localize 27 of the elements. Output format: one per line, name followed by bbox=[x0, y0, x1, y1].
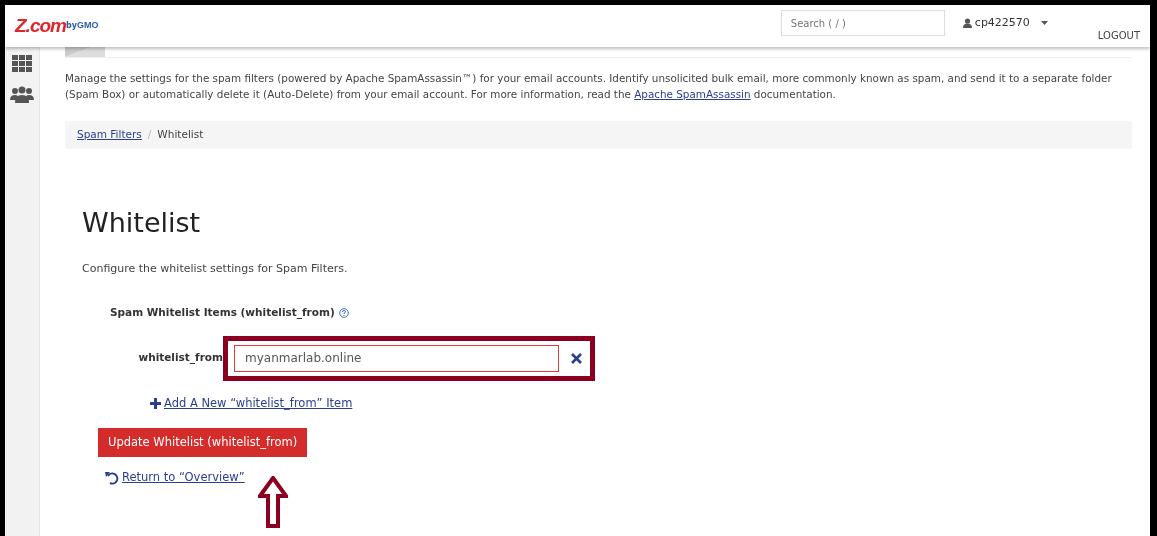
user-menu[interactable]: cp422570 bbox=[974, 14, 1030, 32]
section-label: Spam Whitelist Items (whitelist_from) bbox=[110, 304, 335, 321]
users-icon[interactable] bbox=[10, 86, 34, 103]
breadcrumb-current: Whitelist bbox=[157, 127, 204, 143]
undo-icon[interactable] bbox=[105, 470, 120, 485]
heading: Whitelist bbox=[82, 207, 202, 240]
field-label: whitelist_from bbox=[137, 350, 223, 366]
logo[interactable]: Z.com bbox=[15, 11, 66, 41]
close-icon[interactable] bbox=[571, 352, 582, 364]
update-button[interactable]: Update Whitelist (whitelist_from) bbox=[98, 427, 308, 458]
logo-by-text: by bbox=[65, 21, 77, 30]
plus-icon[interactable] bbox=[150, 397, 161, 409]
return-link[interactable]: Return to “Overview” bbox=[122, 469, 245, 487]
help-icon[interactable] bbox=[338, 307, 349, 318]
add-item-link[interactable]: Add A New “whitelist_from” Item bbox=[164, 394, 353, 412]
breadcrumb-link[interactable]: Spam Filters bbox=[77, 127, 142, 143]
spamassassin-link[interactable]: Apache SpamAssassin bbox=[634, 88, 751, 100]
logout-link[interactable]: LOGOUT bbox=[1097, 27, 1140, 43]
grid-icon[interactable] bbox=[12, 55, 32, 72]
description: Manage the settings for the spam filters (powered by Apache SpamAssassin™) for your email accounts. Identify unsolicited bulk email, more commonly known as spam, and send it to a separate folder (Spam Box) or automatically delete it (Auto-Delete) from your email account. For more information, read the Apache SpamAssassin documentation. bbox=[65, 71, 1113, 102]
user-icon bbox=[962, 18, 972, 28]
caret-icon[interactable] bbox=[1040, 21, 1048, 25]
input-field[interactable]: myanmarlab.online bbox=[234, 344, 559, 372]
breadcrumb-separator: / bbox=[147, 127, 152, 143]
intro-text: Configure the whitelist settings for Spam Filters. bbox=[82, 261, 349, 278]
search-field[interactable]: Search ( / ) bbox=[780, 10, 945, 36]
logo-brand: GMO bbox=[76, 19, 99, 33]
